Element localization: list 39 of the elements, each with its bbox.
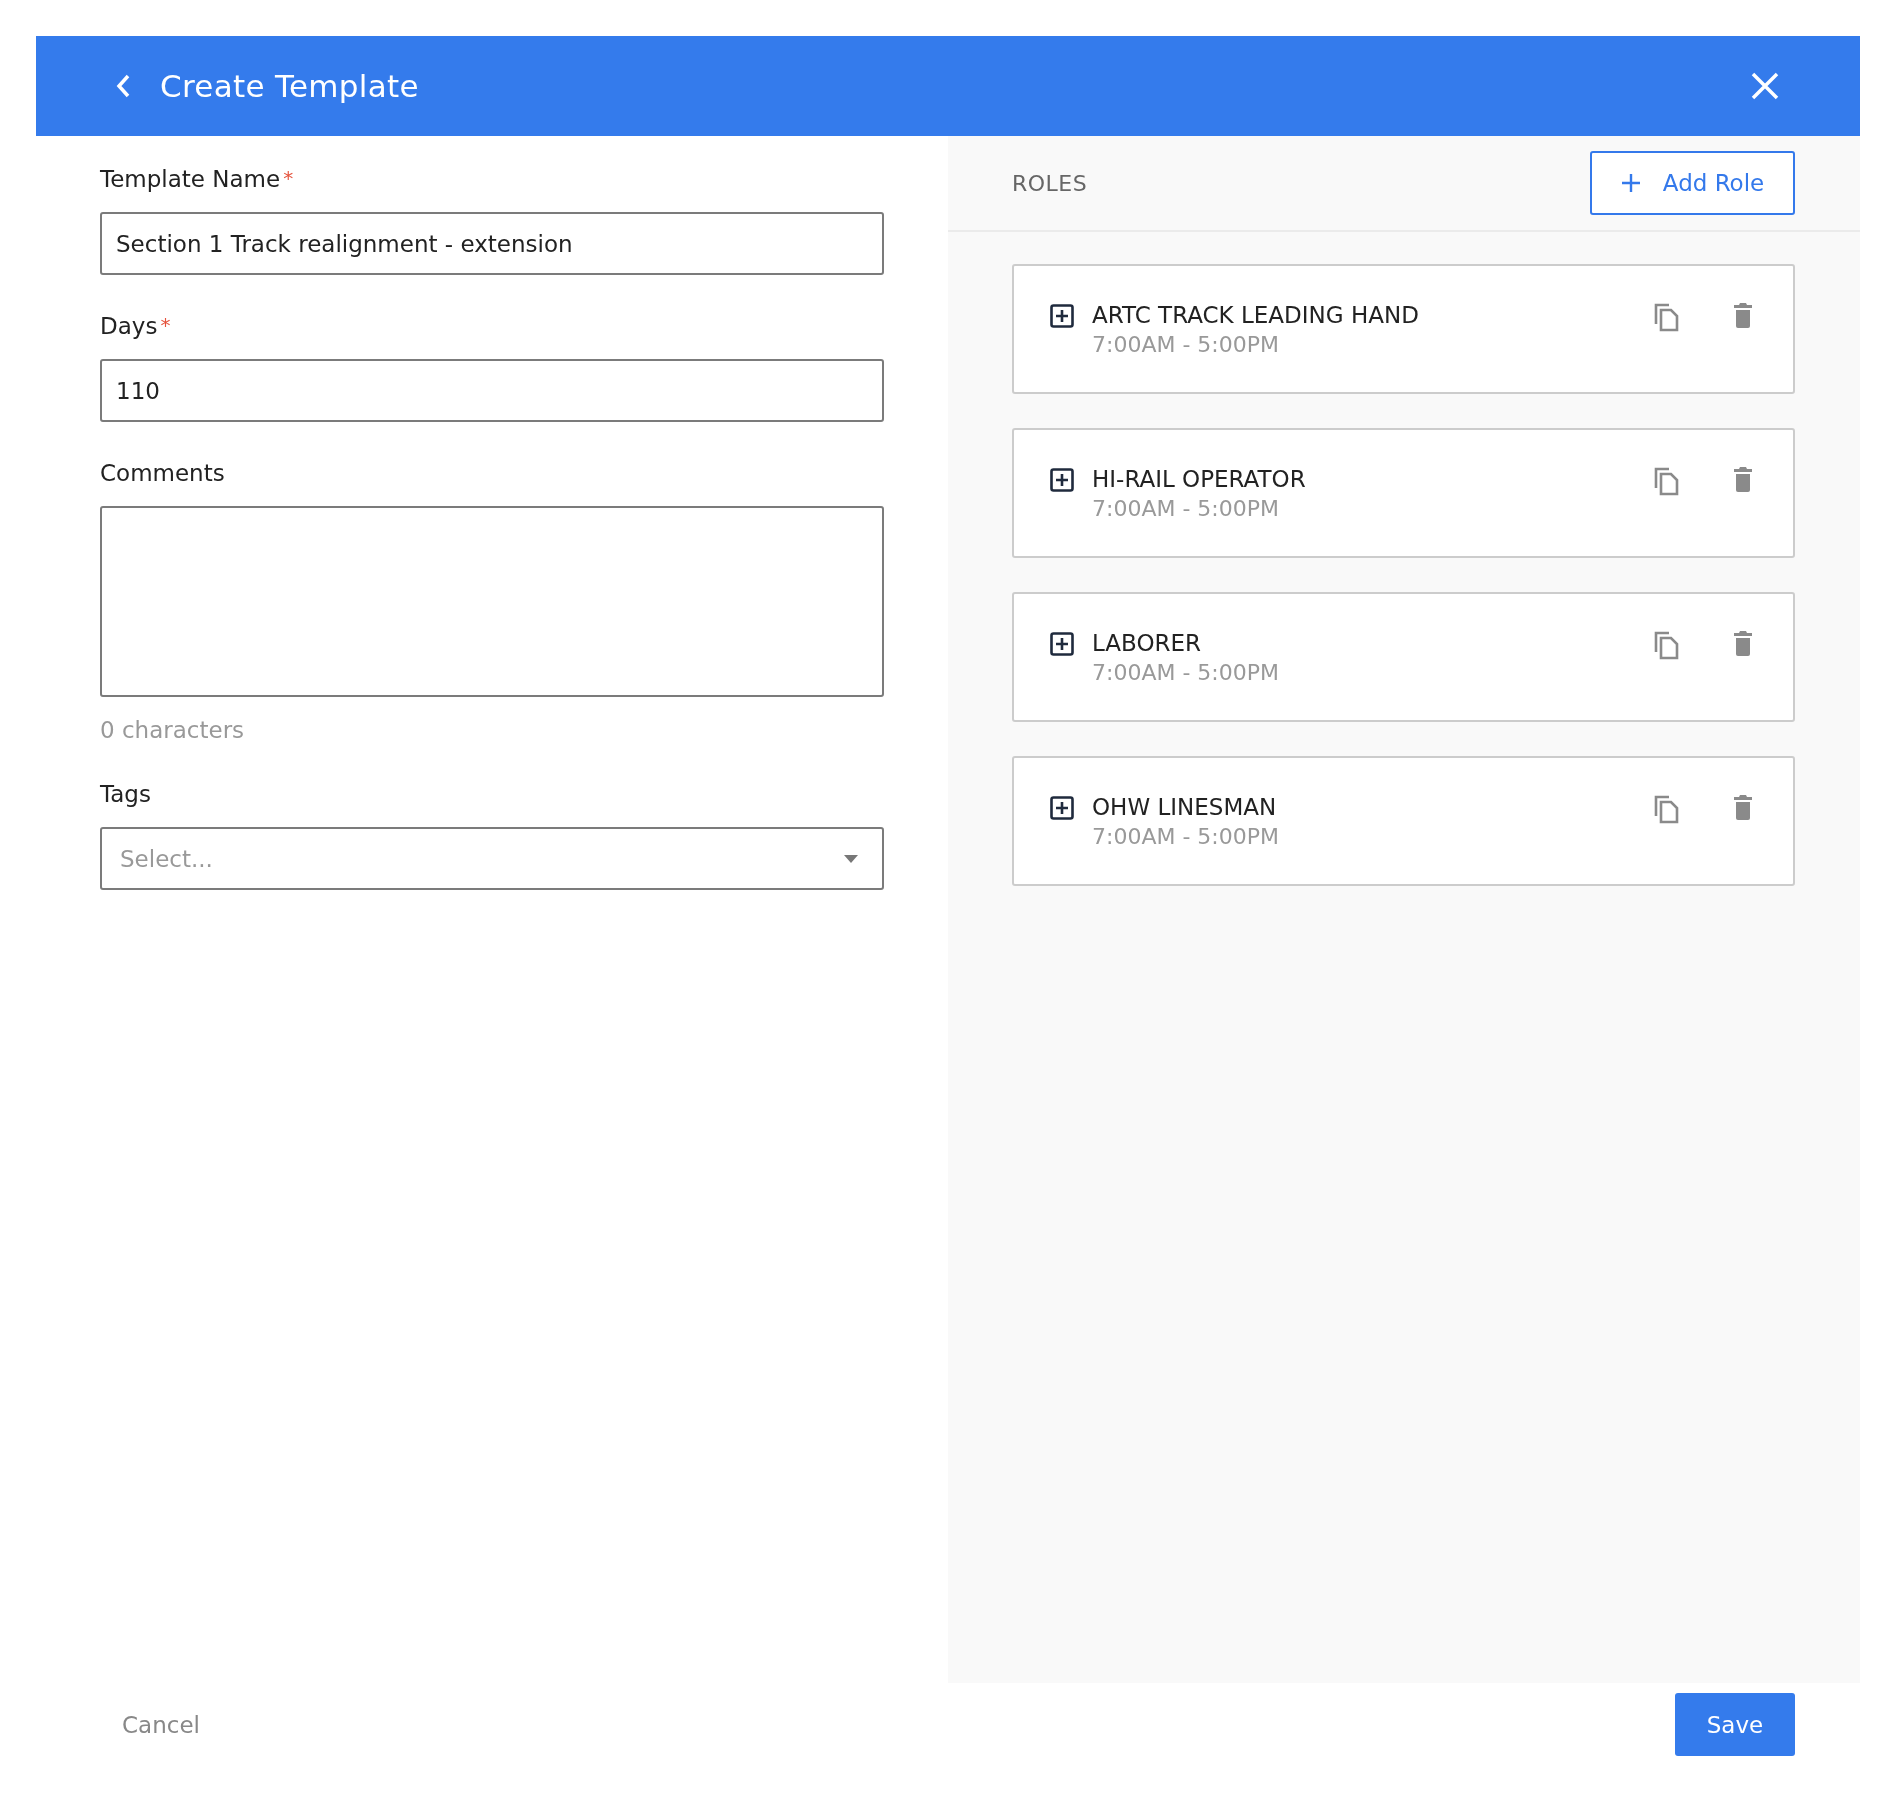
field-label: Days <box>100 313 158 339</box>
field-label: Comments <box>100 460 225 486</box>
copy-icon[interactable] <box>1653 794 1679 824</box>
copy-icon[interactable] <box>1653 630 1679 660</box>
expand-icon[interactable] <box>1050 304 1074 328</box>
role-name: HI-RAIL OPERATOR <box>1092 466 1307 492</box>
copy-icon[interactable] <box>1653 466 1679 496</box>
required-mark: * <box>283 166 294 192</box>
roles-heading: ROLES <box>1012 170 1088 196</box>
plus-icon <box>1620 173 1641 193</box>
role-hours: 7:00AM - 5:00PM <box>1092 496 1280 521</box>
add-role-button[interactable]: Add Role <box>1590 151 1795 215</box>
trash-icon[interactable] <box>1733 302 1753 328</box>
expand-icon[interactable] <box>1050 468 1074 492</box>
field-label: Template Name <box>100 166 281 192</box>
cancel-button[interactable]: Cancel <box>110 1703 212 1746</box>
comments-field[interactable] <box>100 506 884 697</box>
trash-icon[interactable] <box>1733 466 1753 492</box>
role-hours: 7:00AM - 5:00PM <box>1092 332 1280 357</box>
text-field[interactable]: Section 1 Track realignment - extension <box>100 212 884 275</box>
text-field[interactable]: 110 <box>100 359 884 422</box>
role-name: LABORER <box>1092 630 1203 656</box>
role-name: OHW LINESMAN <box>1092 794 1278 820</box>
role-name: ARTC TRACK LEADING HAND <box>1092 302 1420 328</box>
role-hours: 7:00AM - 5:00PM <box>1092 824 1280 849</box>
save-button[interactable]: Save <box>1675 1693 1795 1756</box>
tags-select[interactable]: Select... <box>100 827 884 890</box>
copy-icon[interactable] <box>1653 302 1679 332</box>
caret-icon <box>844 854 858 863</box>
trash-icon[interactable] <box>1733 630 1753 656</box>
field-label: Tags <box>100 781 151 807</box>
character-count: 0 characters <box>100 717 246 743</box>
expand-icon[interactable] <box>1050 632 1074 656</box>
close-icon <box>1750 71 1780 101</box>
expand-icon[interactable] <box>1050 796 1074 820</box>
required-mark: * <box>160 313 171 339</box>
trash-icon[interactable] <box>1733 794 1753 820</box>
role-hours: 7:00AM - 5:00PM <box>1092 660 1280 685</box>
dialog-title: Create Template <box>160 68 419 104</box>
